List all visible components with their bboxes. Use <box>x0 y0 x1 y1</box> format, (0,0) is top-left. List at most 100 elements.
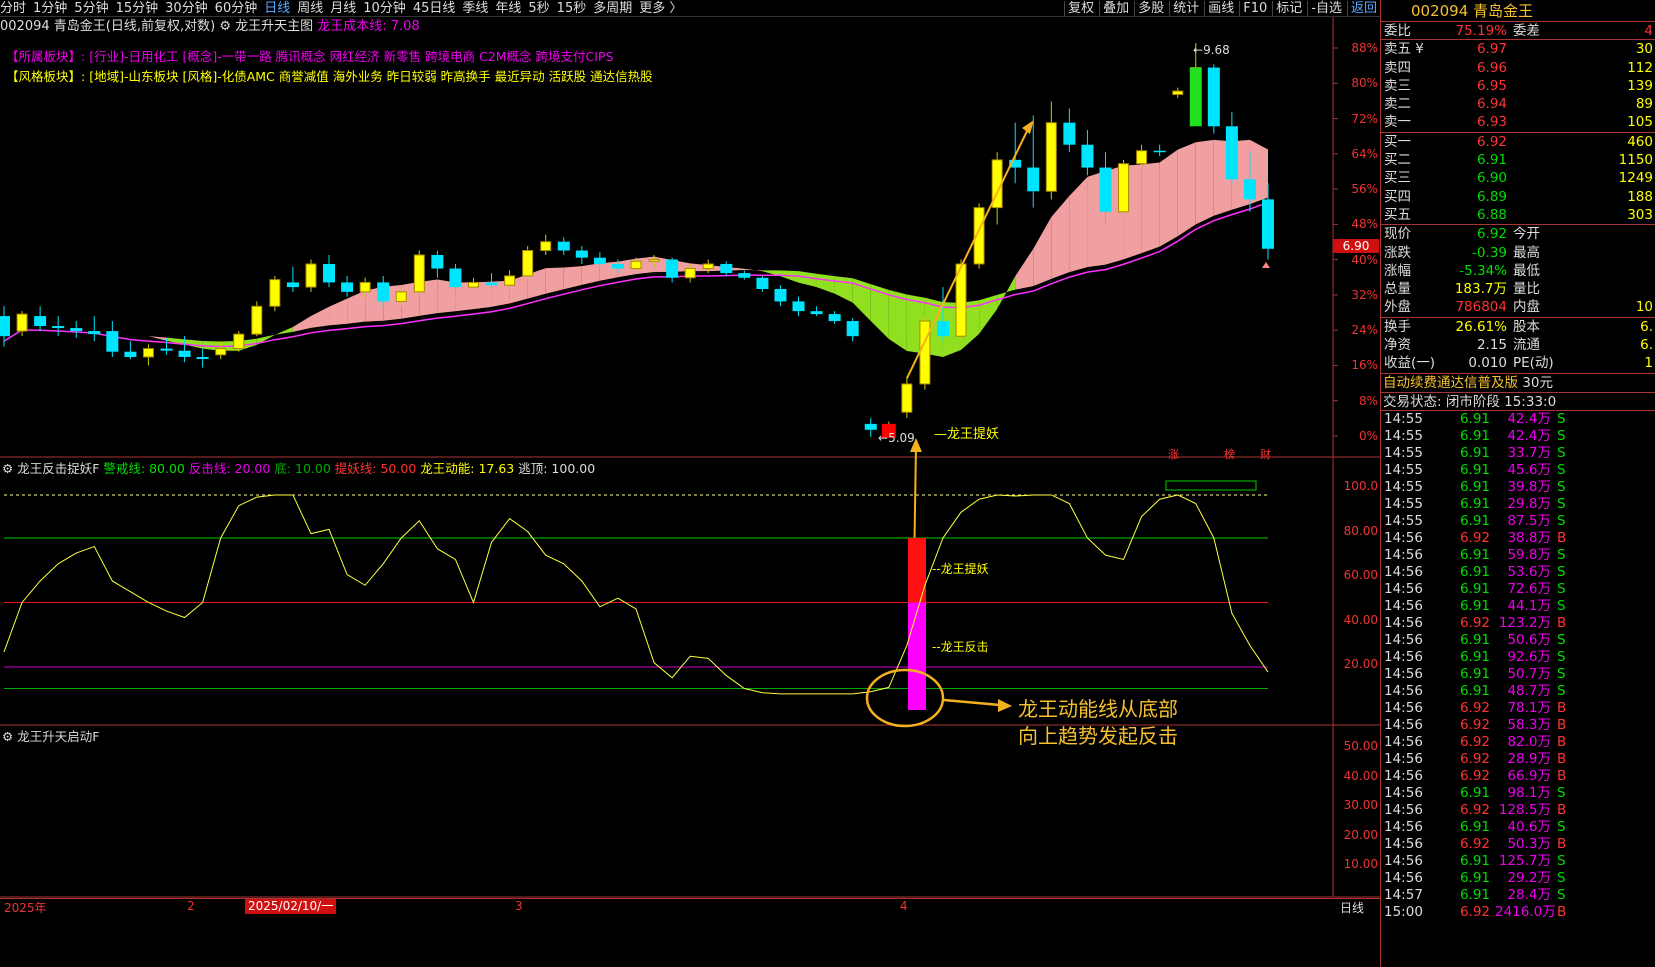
tick-time: 14:56 <box>1384 869 1423 886</box>
tick-row: 14:56 6.92 28.9万 B <box>1381 751 1655 768</box>
period-tab[interactable]: 月线 <box>330 1 356 16</box>
stat-value: 0.010 <box>1468 355 1507 372</box>
sub-settings-icon[interactable]: ⚙ <box>2 461 13 476</box>
zhang-mark[interactable]: 涨 <box>1168 446 1179 462</box>
book-row[interactable]: 买一 6.92 460 <box>1381 133 1655 151</box>
ma-band-segment <box>1069 176 1088 273</box>
stat-label2: 今开 <box>1513 226 1540 243</box>
tick-time: 15:00 <box>1384 903 1423 920</box>
book-row[interactable]: 买四 6.89 188 <box>1381 188 1655 206</box>
period-tab[interactable]: 1分钟 <box>33 1 67 16</box>
high-label: ←9.68 <box>1193 43 1230 57</box>
period-tab[interactable]: 5秒 <box>528 1 549 16</box>
tick-time: 14:56 <box>1384 835 1423 852</box>
axis-tick-label: 20.00 <box>1343 657 1378 671</box>
book-row[interactable]: 卖四 6.96 112 <box>1381 59 1655 77</box>
period-tab[interactable]: 周线 <box>297 1 323 16</box>
candle-body <box>901 383 913 413</box>
period-tab[interactable]: 分时 <box>0 1 26 16</box>
stat-value2: 6. <box>1640 337 1653 354</box>
period-tab[interactable]: 10分钟 <box>363 1 406 16</box>
weicha-label: 委差 <box>1513 23 1540 39</box>
tool-button[interactable]: 复权 <box>1064 1 1098 16</box>
tool-button[interactable]: F10 <box>1239 1 1271 16</box>
period-tab[interactable]: 30分钟 <box>165 1 208 16</box>
tick-volume: 123.2万 <box>1498 614 1551 631</box>
tick-volume: 33.7万 <box>1507 444 1551 461</box>
tick-direction: S <box>1557 818 1566 835</box>
book-row[interactable]: 买二 6.91 1150 <box>1381 151 1655 169</box>
book-row[interactable]: 卖二 6.94 89 <box>1381 95 1655 113</box>
tick-time: 14:55 <box>1384 478 1423 495</box>
bang-mark[interactable]: 榜 <box>1224 446 1235 462</box>
ma-band-segment <box>1051 195 1070 279</box>
stat-row: 外盘 786804 内盘 10 <box>1381 298 1655 316</box>
cai-mark[interactable]: 财 <box>1260 446 1271 462</box>
last-price-tag: 6.90 <box>1333 239 1379 253</box>
tool-button[interactable]: 标记 <box>1272 1 1306 16</box>
book-row[interactable]: 卖三 6.95 139 <box>1381 77 1655 95</box>
sub2-indicator-title[interactable]: ⚙ 龙王升天启动F <box>2 726 99 745</box>
book-row[interactable]: 卖五 ¥ 6.97 30 <box>1381 40 1655 58</box>
sub-indicator-title[interactable]: ⚙ 龙王反击捉妖F 警戒线: 80.00 反击线: 20.00 底: 10.00… <box>2 458 595 477</box>
tick-direction: S <box>1557 784 1566 801</box>
tick-time: 14:56 <box>1384 716 1423 733</box>
tick-direction: S <box>1557 461 1566 478</box>
axis-tick-label: 40.00 <box>1343 768 1378 783</box>
kline-chart[interactable] <box>0 17 1380 967</box>
candle-body <box>738 273 751 278</box>
axis-tick-label: 60.00 <box>1343 568 1378 582</box>
tool-button[interactable]: 叠加 <box>1099 1 1133 16</box>
period-tab[interactable]: 日线 <box>264 1 290 16</box>
ad-banner[interactable]: 自动续费通达信普及版 30元 <box>1381 374 1655 393</box>
period-tab[interactable]: 60分钟 <box>215 1 258 16</box>
candle-body <box>864 423 877 430</box>
tool-button[interactable]: 多股 <box>1134 1 1168 16</box>
axis-tick-label: 32% <box>1351 287 1378 302</box>
tick-time: 14:56 <box>1384 597 1423 614</box>
candle-body <box>1063 122 1076 145</box>
candle-body <box>70 328 83 332</box>
stat-label: 总量 <box>1384 281 1411 298</box>
tick-direction: S <box>1557 410 1566 427</box>
tick-row: 14:56 6.91 72.6万 S <box>1381 581 1655 598</box>
weibi-row: 委比 75.19% 委差 4 <box>1381 22 1655 41</box>
tick-list[interactable]: 14:55 6.91 42.4万 S 14:55 6.91 42.4万 S 14:55 6.91 3… <box>1381 411 1655 921</box>
tick-volume: 48.7万 <box>1507 682 1551 699</box>
book-label: 卖四 <box>1384 59 1411 76</box>
tick-direction: S <box>1557 495 1566 512</box>
period-label[interactable]: 日线 <box>1340 899 1364 916</box>
book-row[interactable]: 买五 6.88 303 <box>1381 206 1655 224</box>
tick-direction: B <box>1557 903 1567 920</box>
sub2-settings-icon[interactable]: ⚙ <box>2 729 13 744</box>
period-tab[interactable]: 15分钟 <box>116 1 159 16</box>
stat-label2: 内盘 <box>1513 299 1540 316</box>
tick-time: 14:55 <box>1384 495 1423 512</box>
month3-label: 3 <box>515 899 523 913</box>
period-tab[interactable]: 季线 <box>462 1 488 16</box>
candle-body <box>1045 122 1057 192</box>
axis-tick-label: 72% <box>1351 111 1378 126</box>
ma-band-segment <box>130 334 149 337</box>
period-tab[interactable]: 更多 〉 <box>639 1 682 16</box>
tick-volume: 28.9万 <box>1507 750 1551 767</box>
tick-row: 14:56 6.92 78.1万 B <box>1381 700 1655 717</box>
period-tab[interactable]: 年线 <box>495 1 521 16</box>
tool-button[interactable]: 画线 <box>1204 1 1238 16</box>
quote-stock-name[interactable]: 002094 青岛金王 <box>1381 0 1655 22</box>
period-tab[interactable]: 45日线 <box>413 1 456 16</box>
tool-button[interactable]: 统计 <box>1169 1 1203 16</box>
book-row[interactable]: 卖一 6.93 105 <box>1381 113 1655 131</box>
book-row[interactable]: 买三 6.90 1249 <box>1381 169 1655 187</box>
period-tab[interactable]: 多周期 <box>593 1 632 16</box>
tool-button[interactable]: 返回 <box>1346 1 1380 16</box>
tool-button[interactable]: -自选 <box>1307 1 1345 16</box>
period-tab[interactable]: 5分钟 <box>74 1 108 16</box>
period-tab[interactable]: 15秒 <box>557 1 587 16</box>
tick-price: 6.91 <box>1459 648 1490 665</box>
tick-row: 14:56 6.92 128.5万 B <box>1381 802 1655 819</box>
axis-tick-label: 50.00 <box>1343 739 1378 753</box>
tick-time: 14:56 <box>1384 818 1423 835</box>
candle-body <box>1225 126 1238 180</box>
stat-row: 换手 26.61% 股本 6. <box>1381 318 1655 336</box>
